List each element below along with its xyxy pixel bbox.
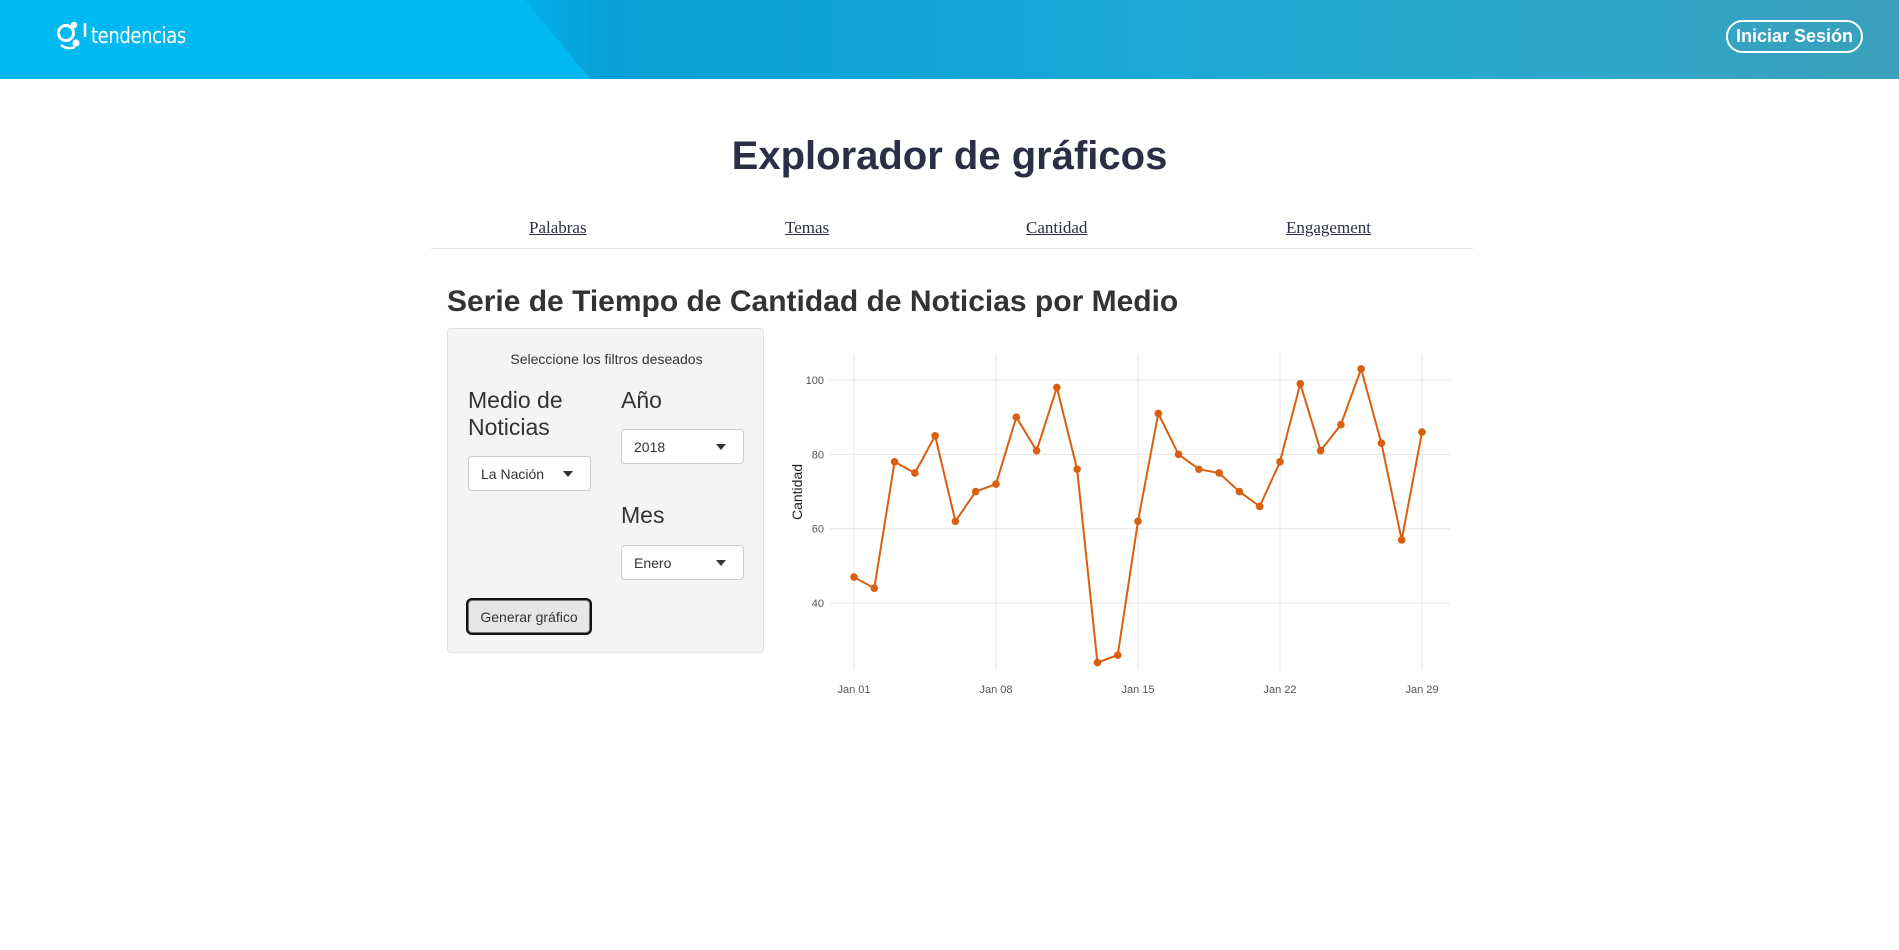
anio-select[interactable]: 2018 [621,429,744,464]
chevron-down-icon [716,444,726,450]
anio-label: Año [621,387,662,413]
data-point [1134,517,1142,526]
data-point [890,458,899,466]
x-tick-label: Jan 15 [1121,684,1154,696]
page-title: Explorador de gráficos [731,134,1168,178]
tab-temas[interactable]: Temas [785,218,829,238]
login-button[interactable]: Iniciar Sesión [1726,20,1863,53]
y-tick-label: 40 [812,598,824,610]
data-point [992,480,1000,488]
data-point [1093,658,1102,667]
data-point [1357,365,1365,373]
top-navbar: tendencias Iniciar Sesión [0,0,1899,79]
x-tick-label: Jan 29 [1405,684,1438,696]
section-title: Serie de Tiempo de Cantidad de Noticias … [447,285,1179,318]
data-point [1154,409,1163,418]
data-point [1032,446,1041,455]
medio-select[interactable]: La Nación [468,456,591,491]
medio-select-value: La Nación [481,465,545,482]
x-tick-label: Jan 22 [1263,684,1296,696]
data-point [971,487,980,496]
data-point [1377,439,1386,448]
filter-caption: Seleccione los filtros deseados [510,351,703,367]
data-point [1296,379,1305,388]
data-point [1418,428,1426,436]
data-point [1053,383,1061,392]
data-point [951,517,960,526]
y-tick-label: 60 [812,524,824,536]
chart-svg: 40 60 80 100 Jan 01 Jan 08 Jan 15 Jan 22 Jan 29 C… [789,354,1450,696]
logo-text: tendencias [91,23,186,49]
data-point [870,584,879,593]
tab-palabras[interactable]: Palabras [529,218,587,238]
data-point [1397,536,1406,544]
data-point [1215,469,1223,477]
filter-panel: Seleccione los filtros deseados Medio de… [447,328,764,653]
tab-cantidad[interactable]: Cantidad [1026,218,1087,238]
mes-label: Mes [621,502,665,528]
mes-select[interactable]: Enero [621,545,744,580]
y-tick-label: 80 [812,449,824,461]
medio-label: Medio de Noticias [468,387,563,440]
generate-chart-button[interactable]: Generar gráfico [468,600,590,633]
data-point [1255,502,1264,511]
data-point [1316,446,1325,455]
data-point [1073,465,1081,474]
data-point [850,573,858,581]
x-tick-label: Jan 08 [979,684,1012,696]
y-axis-label: Cantidad [790,464,805,520]
data-point [1276,458,1284,466]
logo-icon [57,21,87,50]
brand-logo[interactable]: tendencias [55,19,207,53]
chevron-down-icon [563,471,573,477]
data-point [931,431,939,440]
mes-select-value: Enero [634,554,672,571]
data-point [1012,413,1021,421]
data-point [1337,420,1345,429]
data-point [1195,465,1203,474]
anio-select-value: 2018 [634,438,666,455]
chevron-down-icon [716,560,726,566]
chart-tabs: Palabras Temas Cantidad Engagement [431,218,1473,249]
y-tick-label: 100 [806,375,824,387]
data-point [1235,487,1244,496]
time-series-chart: 40 60 80 100 Jan 01 Jan 08 Jan 15 Jan 22 Jan 29 C… [789,340,1470,720]
data-point [1174,450,1183,459]
data-point [911,469,919,477]
tab-engagement[interactable]: Engagement [1286,218,1371,238]
data-point [1113,651,1122,659]
x-tick-label: Jan 01 [837,684,870,696]
